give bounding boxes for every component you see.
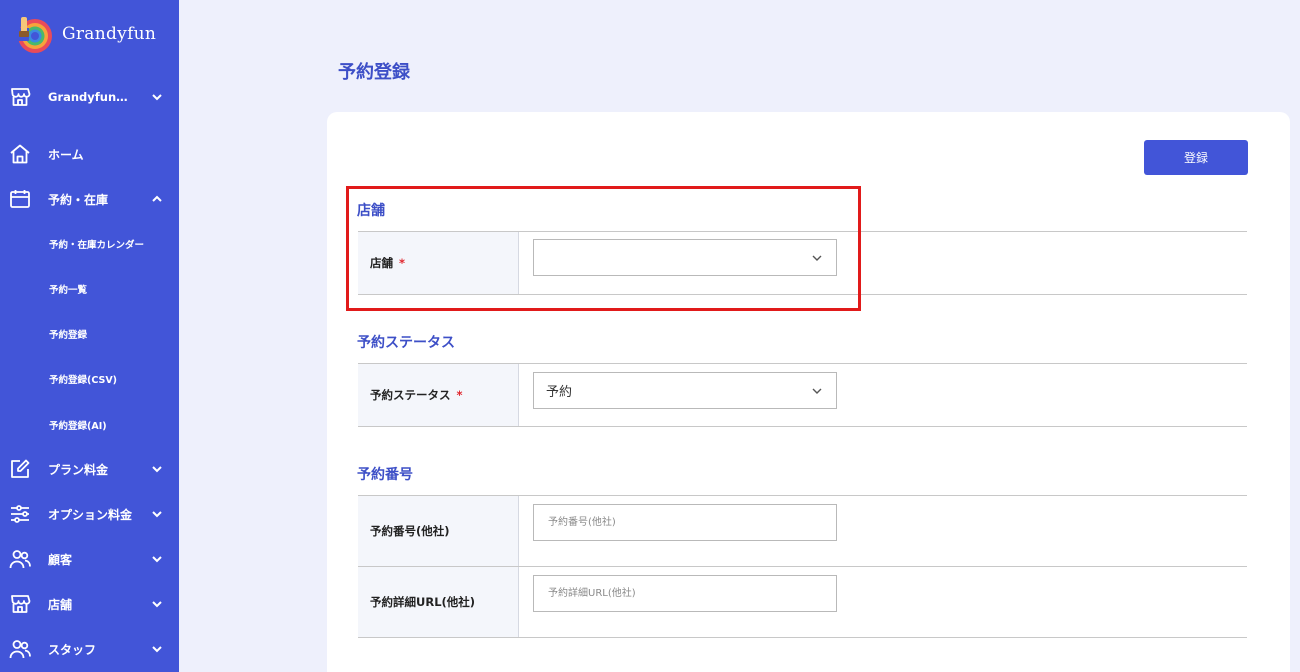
sidebar-item-plan-pricing[interactable]: プラン料金 (0, 454, 179, 484)
chevron-down-icon (150, 597, 164, 611)
chevron-down-icon (810, 384, 824, 398)
field-label-reservation-number: 予約番号(他社) (358, 496, 519, 566)
sidebar-subitem-reservation-register[interactable]: 予約登録 (49, 327, 87, 341)
home-icon (9, 143, 31, 165)
store-selector-label: Grandyfun… (48, 90, 128, 104)
sidebar-item-label: プラン料金 (48, 462, 109, 477)
sidebar-item-label: 店舗 (48, 597, 73, 612)
sidebar-subitem-reservation-register-csv[interactable]: 予約登録(CSV) (49, 372, 117, 386)
section-title-store: 店舗 (357, 203, 385, 219)
sidebar-item-label: スタッフ (48, 642, 97, 657)
chevron-down-icon (150, 90, 164, 104)
chevron-down-icon (810, 251, 824, 265)
calendar-icon (9, 188, 31, 210)
section-title-reservation-number: 予約番号 (357, 467, 413, 483)
sidebar-item-stores[interactable]: 店舗 (0, 589, 179, 619)
sidebar-item-label: ホーム (48, 147, 84, 162)
chevron-up-icon (150, 192, 164, 206)
store-select[interactable] (533, 239, 837, 276)
sidebar-item-label: 予約・在庫 (48, 192, 109, 207)
sidebar-subitem-calendar[interactable]: 予約・在庫カレンダー (49, 237, 144, 251)
field-label-store: 店舗 * (358, 232, 519, 294)
field-label-text: 予約詳細URL(他社) (370, 595, 476, 609)
form-row-reservation-url: 予約詳細URL(他社) (358, 566, 1247, 638)
field-label-reservation-status: 予約ステータス * (358, 364, 519, 426)
field-label-text: 予約番号(他社) (370, 524, 450, 538)
field-label-text: 予約ステータス (370, 388, 451, 402)
reservation-number-input[interactable] (533, 504, 837, 541)
sidebar-item-reservation-inventory[interactable]: 予約・在庫 (0, 184, 179, 214)
edit-icon (9, 458, 31, 480)
sidebar-item-option-pricing[interactable]: オプション料金 (0, 499, 179, 529)
store-icon (9, 593, 31, 615)
chevron-down-icon (150, 642, 164, 656)
store-icon (9, 86, 31, 108)
sidebar-item-label: 顧客 (48, 552, 73, 567)
required-mark: * (399, 256, 406, 270)
logo[interactable]: Grandyfun (14, 14, 156, 54)
sidebar: Grandyfun Grandyfun… ホーム 予約・在庫 予約・在庫カレンダ… (0, 0, 179, 672)
sliders-icon (9, 503, 31, 525)
sidebar-item-staff[interactable]: スタッフ (0, 634, 179, 664)
field-label-text: 店舗 (370, 256, 393, 270)
reservation-status-select[interactable]: 予約 (533, 372, 837, 409)
people-icon (9, 548, 31, 570)
sidebar-subitem-reservation-list[interactable]: 予約一覧 (49, 282, 87, 296)
section-title-reservation-status: 予約ステータス (357, 335, 455, 351)
store-selector[interactable]: Grandyfun… (0, 82, 179, 112)
reservation-url-input[interactable] (533, 575, 837, 612)
form-row-reservation-status: 予約ステータス * 予約 (358, 363, 1247, 427)
sidebar-item-label: オプション料金 (48, 507, 133, 522)
people-icon (9, 638, 31, 660)
logo-text: Grandyfun (62, 24, 157, 44)
form-row-reservation-number: 予約番号(他社) (358, 495, 1247, 566)
chevron-down-icon (150, 462, 164, 476)
register-button[interactable]: 登録 (1144, 140, 1248, 175)
field-label-reservation-url: 予約詳細URL(他社) (358, 567, 519, 637)
select-value: 予約 (546, 385, 573, 400)
sidebar-item-customers[interactable]: 顧客 (0, 544, 179, 574)
chevron-down-icon (150, 552, 164, 566)
logo-icon (14, 14, 54, 54)
sidebar-item-home[interactable]: ホーム (0, 139, 179, 169)
required-mark: * (456, 388, 463, 402)
form-row-store: 店舗 * (358, 231, 1247, 295)
sidebar-subitem-reservation-register-ai[interactable]: 予約登録(AI) (49, 418, 107, 432)
page-title: 予約登録 (338, 62, 410, 83)
chevron-down-icon (150, 507, 164, 521)
